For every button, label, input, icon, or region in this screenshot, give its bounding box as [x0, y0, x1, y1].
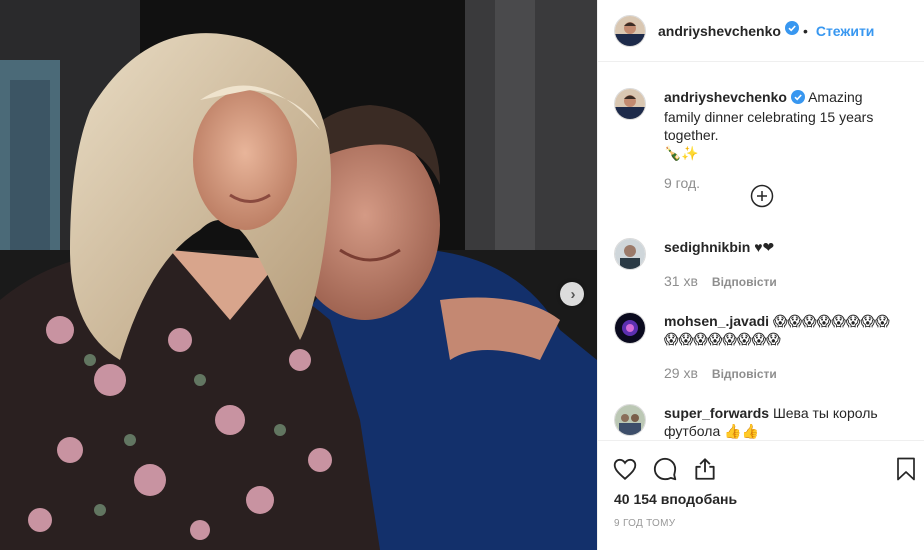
comment-text: ♥❤ — [754, 239, 775, 255]
comments-list: andriyshevchenko Amazing family dinner c… — [598, 63, 924, 440]
chevron-right-icon: › — [570, 285, 576, 303]
comment-username[interactable]: sedighnikbin — [664, 239, 750, 255]
comment-icon[interactable] — [652, 456, 678, 482]
author-avatar[interactable] — [614, 88, 646, 120]
separator-dot: • — [802, 22, 808, 39]
bookmark-icon[interactable] — [894, 456, 918, 482]
verified-badge-icon — [784, 21, 799, 40]
caption: andriyshevchenko Amazing family dinner c… — [614, 88, 912, 192]
follow-button[interactable]: Стежити — [816, 23, 875, 39]
comment-item: super_forwards Шева ты король футбола 👍👍 — [614, 404, 912, 440]
commenter-avatar[interactable] — [614, 238, 646, 270]
author-avatar[interactable] — [614, 14, 646, 47]
post-photo[interactable]: › — [0, 0, 597, 550]
reply-button[interactable]: Відповісти — [712, 275, 777, 289]
comment-item: mohsen_.javadi 😱😱😱😱😱😱😱😱😱😱😱😱😱😱😱😱 29 хв Від… — [614, 312, 912, 383]
comment-time[interactable]: 29 хв — [664, 365, 698, 381]
likes-count[interactable]: 40 154 вподобань — [614, 491, 737, 507]
photo-illustration — [0, 0, 597, 550]
commenter-avatar[interactable] — [614, 404, 646, 436]
next-photo-button[interactable]: › — [560, 282, 584, 306]
comment-item: sedighnikbin ♥❤ 31 хв Відповісти — [614, 238, 912, 291]
post-timestamp: 9 ГОД ТОМУ — [614, 518, 676, 529]
share-icon[interactable] — [692, 456, 718, 482]
post-sidebar: andriyshevchenko • Стежити andriyshevche… — [597, 0, 924, 550]
author-username[interactable]: andriyshevchenko — [658, 23, 781, 39]
plus-circle-icon — [750, 184, 774, 208]
verified-badge-icon — [790, 90, 805, 108]
caption-emoji: 🍾✨ — [664, 145, 699, 161]
load-more-comments-button[interactable] — [750, 184, 774, 213]
caption-time[interactable]: 9 год. — [664, 174, 894, 192]
commenter-avatar[interactable] — [614, 312, 646, 344]
comment-time[interactable]: 31 хв — [664, 273, 698, 289]
comment-username[interactable]: super_forwards — [664, 405, 769, 421]
comment-username[interactable]: mohsen_.javadi — [664, 313, 769, 329]
heart-icon[interactable] — [612, 456, 638, 482]
post-actions: 40 154 вподобань 9 ГОД ТОМУ — [598, 440, 924, 550]
caption-username[interactable]: andriyshevchenko — [664, 89, 787, 105]
reply-button[interactable]: Відповісти — [712, 367, 777, 381]
post-header: andriyshevchenko • Стежити — [598, 0, 924, 62]
